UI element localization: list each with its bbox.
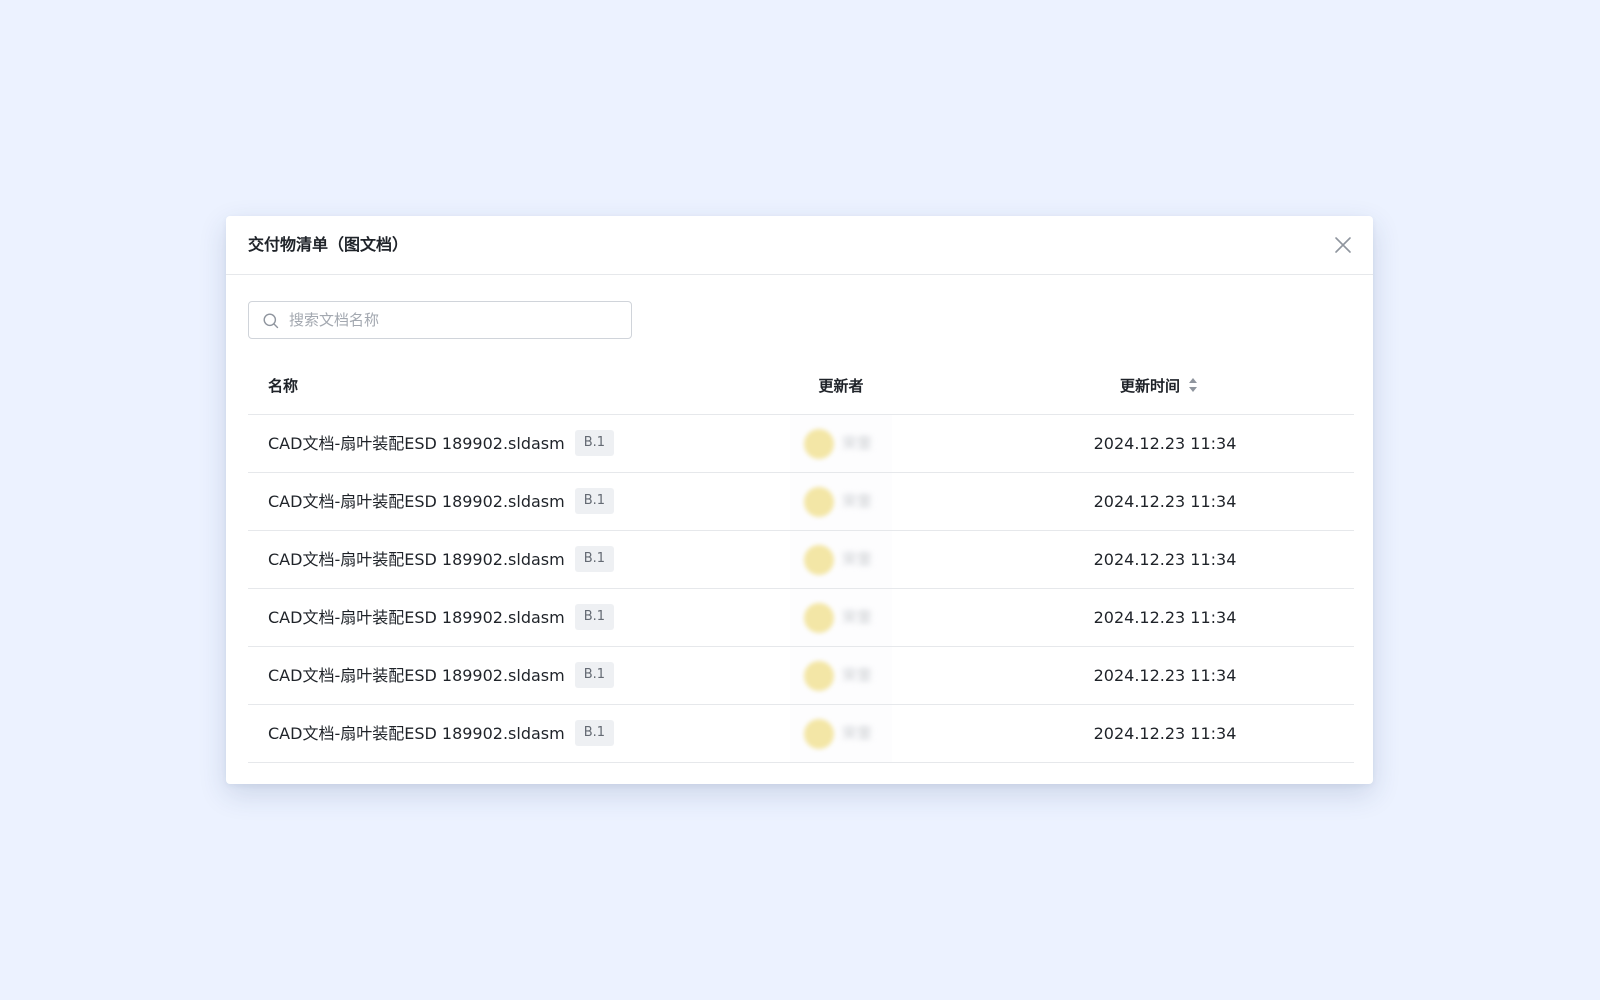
column-header-time-label: 更新时间 bbox=[1120, 377, 1181, 395]
document-name-cell[interactable]: CAD文档-扇叶装配ESD 189902.sldasm B.1 bbox=[268, 705, 615, 762]
update-time: 2024.12.23 11:34 bbox=[1093, 550, 1237, 569]
version-badge: B.1 bbox=[574, 546, 615, 572]
document-name-cell[interactable]: CAD文档-扇叶装配ESD 189902.sldasm B.1 bbox=[268, 473, 615, 530]
version-badge: B.1 bbox=[574, 720, 615, 746]
table-row[interactable]: CAD文档-扇叶装配ESD 189902.sldasm B.1 宋奎 2024.1… bbox=[248, 415, 1354, 473]
modal-header: 交付物清单（图文档） bbox=[226, 216, 1373, 275]
updater-name: 宋奎 bbox=[842, 724, 873, 742]
avatar bbox=[804, 603, 834, 633]
document-name: CAD文档-扇叶装配ESD 189902.sldasm bbox=[268, 550, 565, 569]
update-time: 2024.12.23 11:34 bbox=[1093, 492, 1237, 511]
updater-cell: 宋奎 bbox=[790, 531, 892, 588]
document-name-cell[interactable]: CAD文档-扇叶装配ESD 189902.sldasm B.1 bbox=[268, 531, 615, 588]
updater-cell: 宋奎 bbox=[790, 415, 892, 472]
avatar bbox=[804, 661, 834, 691]
search-icon bbox=[262, 312, 280, 330]
updater-cell: 宋奎 bbox=[790, 705, 892, 762]
document-name: CAD文档-扇叶装配ESD 189902.sldasm bbox=[268, 724, 565, 743]
search-input[interactable] bbox=[289, 302, 619, 338]
table-row[interactable]: CAD文档-扇叶装配ESD 189902.sldasm B.1 宋奎 2024.1… bbox=[248, 473, 1354, 531]
close-icon bbox=[1335, 237, 1351, 253]
avatar bbox=[804, 719, 834, 749]
document-name: CAD文档-扇叶装配ESD 189902.sldasm bbox=[268, 492, 565, 511]
update-time: 2024.12.23 11:34 bbox=[1093, 434, 1237, 453]
column-header-name: 名称 bbox=[268, 377, 299, 395]
table-row[interactable]: CAD文档-扇叶装配ESD 189902.sldasm B.1 宋奎 2024.1… bbox=[248, 705, 1354, 763]
column-header-time[interactable]: 更新时间 bbox=[1120, 358, 1198, 414]
version-badge: B.1 bbox=[574, 488, 615, 514]
document-name: CAD文档-扇叶装配ESD 189902.sldasm bbox=[268, 608, 565, 627]
updater-name: 宋奎 bbox=[842, 434, 873, 452]
version-badge: B.1 bbox=[574, 662, 615, 688]
document-name: CAD文档-扇叶装配ESD 189902.sldasm bbox=[268, 434, 565, 453]
update-time: 2024.12.23 11:34 bbox=[1093, 724, 1237, 743]
avatar bbox=[804, 429, 834, 459]
updater-name: 宋奎 bbox=[842, 550, 873, 568]
document-name-cell[interactable]: CAD文档-扇叶装配ESD 189902.sldasm B.1 bbox=[268, 647, 615, 704]
updater-cell: 宋奎 bbox=[790, 647, 892, 704]
updater-cell: 宋奎 bbox=[790, 473, 892, 530]
updater-name: 宋奎 bbox=[842, 666, 873, 684]
avatar bbox=[804, 487, 834, 517]
avatar bbox=[804, 545, 834, 575]
table-header: 名称 更新者 更新时间 bbox=[248, 358, 1354, 415]
document-name: CAD文档-扇叶装配ESD 189902.sldasm bbox=[268, 666, 565, 685]
close-button[interactable] bbox=[1331, 233, 1355, 257]
column-header-updater: 更新者 bbox=[818, 377, 864, 395]
version-badge: B.1 bbox=[574, 604, 615, 630]
deliverables-modal: 交付物清单（图文档） 名称 更新者 更新时间 CAD文档-扇叶装配ESD 189… bbox=[226, 216, 1373, 784]
table-row[interactable]: CAD文档-扇叶装配ESD 189902.sldasm B.1 宋奎 2024.1… bbox=[248, 531, 1354, 589]
modal-title: 交付物清单（图文档） bbox=[248, 235, 409, 254]
updater-name: 宋奎 bbox=[842, 608, 873, 626]
updater-cell: 宋奎 bbox=[790, 589, 892, 646]
update-time: 2024.12.23 11:34 bbox=[1093, 608, 1237, 627]
updater-name: 宋奎 bbox=[842, 492, 873, 510]
deliverables-table: 名称 更新者 更新时间 CAD文档-扇叶装配ESD 189902.sldasm B… bbox=[248, 358, 1354, 763]
document-name-cell[interactable]: CAD文档-扇叶装配ESD 189902.sldasm B.1 bbox=[268, 415, 615, 472]
table-row[interactable]: CAD文档-扇叶装配ESD 189902.sldasm B.1 宋奎 2024.1… bbox=[248, 647, 1354, 705]
document-name-cell[interactable]: CAD文档-扇叶装配ESD 189902.sldasm B.1 bbox=[268, 589, 615, 646]
search-box[interactable] bbox=[248, 301, 632, 339]
version-badge: B.1 bbox=[574, 430, 615, 456]
update-time: 2024.12.23 11:34 bbox=[1093, 666, 1237, 685]
sort-icon[interactable] bbox=[1188, 377, 1198, 393]
table-row[interactable]: CAD文档-扇叶装配ESD 189902.sldasm B.1 宋奎 2024.1… bbox=[248, 589, 1354, 647]
